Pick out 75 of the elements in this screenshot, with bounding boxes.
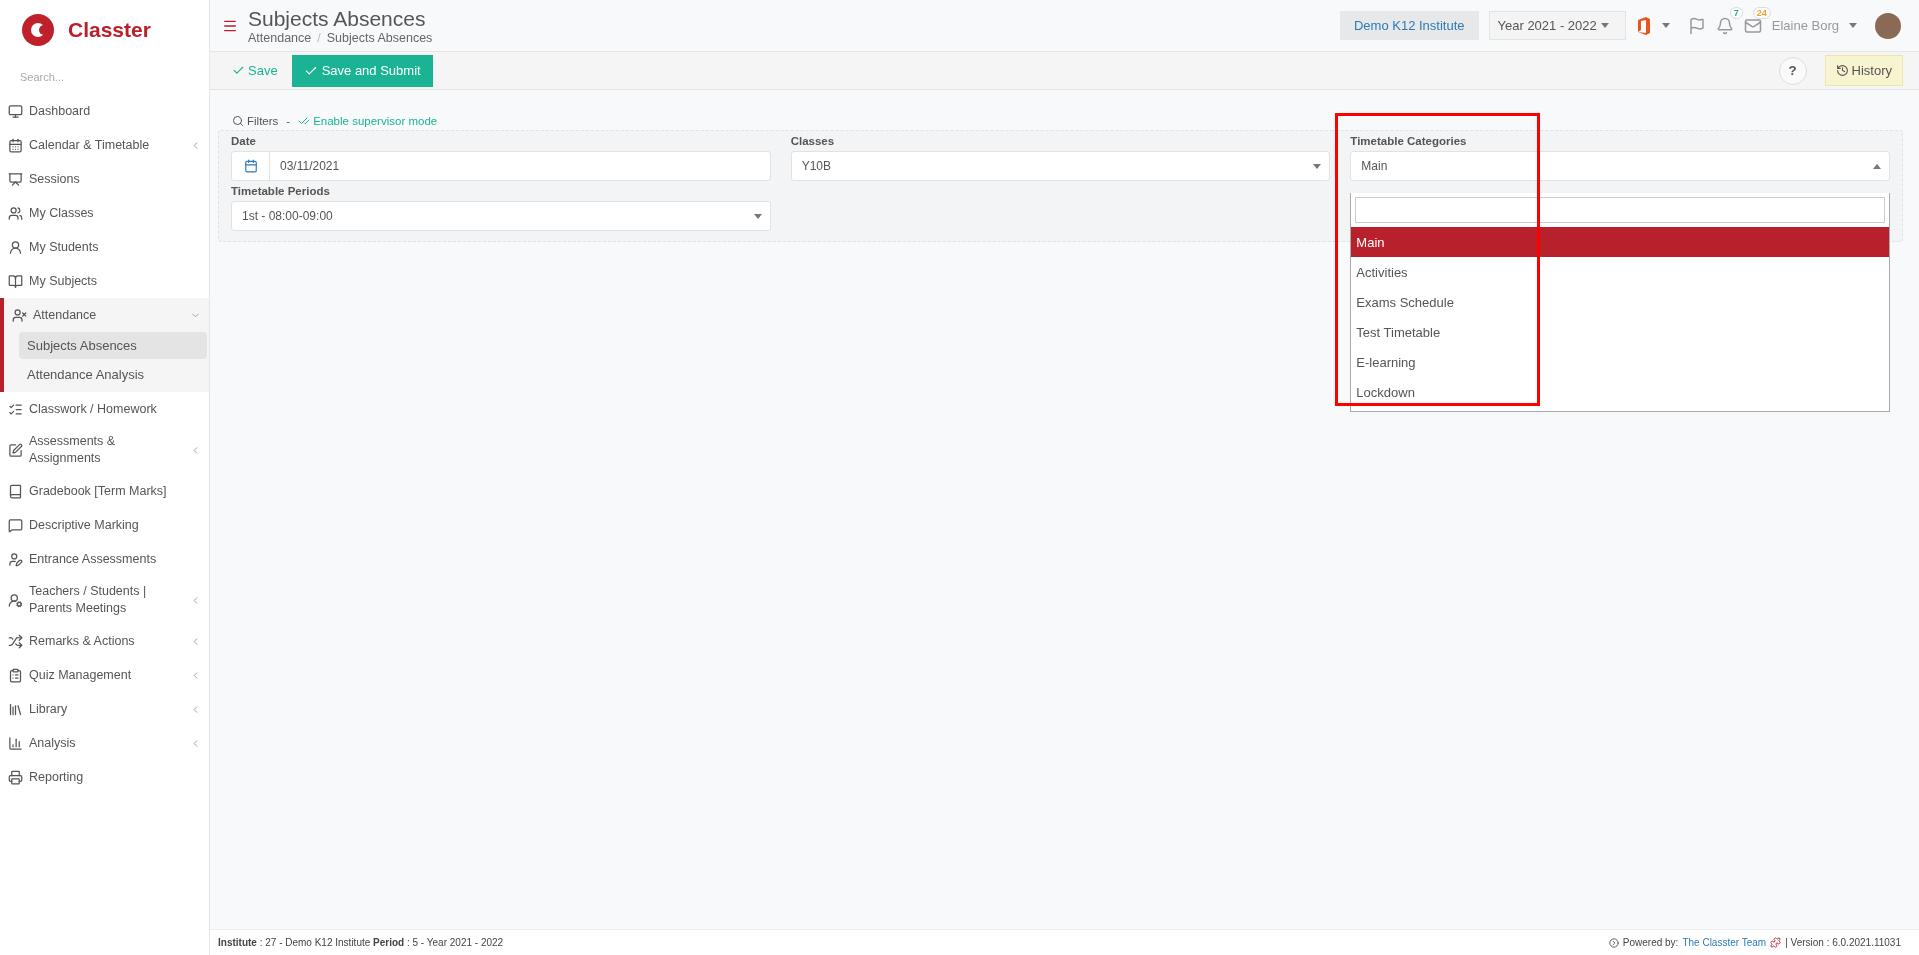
sidebar-item[interactable]: My Classes xyxy=(0,196,209,230)
breadcrumb-separator: / xyxy=(317,30,321,45)
page-title: Subjects Absences xyxy=(248,6,427,31)
avatar[interactable] xyxy=(1875,12,1901,39)
shuffle-icon xyxy=(8,633,23,649)
year-dropdown[interactable]: Year 2021 - 2022 xyxy=(1488,11,1626,40)
sidebar-item[interactable]: Analysis xyxy=(0,726,209,760)
sidebar-item[interactable]: My Students xyxy=(0,230,209,264)
monitor-icon xyxy=(8,103,23,119)
breadcrumb-link[interactable]: Subjects Absences xyxy=(326,30,433,45)
mail-icon[interactable] xyxy=(1743,16,1762,35)
submenu-item[interactable]: Attendance Analysis xyxy=(19,361,207,388)
institute-button[interactable]: Demo K12 Institute xyxy=(1339,11,1479,40)
dropdown-search-field[interactable] xyxy=(1355,197,1885,223)
history-button[interactable]: History xyxy=(1824,55,1903,86)
field-label: Timetable Periods xyxy=(231,185,331,197)
speech-bubble-icon xyxy=(8,517,23,533)
bar-chart-icon xyxy=(8,735,23,751)
powered-by-text: Powered by: xyxy=(1622,937,1679,948)
user-gear-icon xyxy=(8,592,23,608)
sidebar-item[interactable]: Entrance Assessments xyxy=(0,542,209,576)
field-label: Classes xyxy=(790,135,836,147)
sidebar-item[interactable]: Assessments & Assignments xyxy=(0,426,209,474)
bell-icon[interactable] xyxy=(1715,16,1734,35)
calendar-icon[interactable] xyxy=(243,159,258,173)
sidebar-item[interactable]: Sessions xyxy=(0,162,209,196)
submenu-item[interactable]: Subjects Absences xyxy=(19,332,207,359)
book-icon xyxy=(8,273,23,289)
field-label: Date xyxy=(231,135,257,147)
sidebar-item[interactable]: Classwork / Homework xyxy=(0,392,209,426)
user-pen-icon xyxy=(8,551,23,567)
user-icon xyxy=(8,239,23,255)
library-icon xyxy=(8,701,23,717)
message-count: 24 xyxy=(1752,6,1771,19)
sidebar-item[interactable]: Calendar & Timetable xyxy=(0,128,209,162)
users-icon xyxy=(8,205,23,221)
checklist-icon xyxy=(8,401,23,417)
clipboard-icon xyxy=(8,667,23,683)
sidebar-item[interactable]: My Subjects xyxy=(0,264,209,298)
sidebar-item[interactable]: Reporting xyxy=(0,760,209,794)
footer-info: Institute : 27 - Demo K12 Institute Period : 5 - Year 2021 - 2022 xyxy=(218,937,504,948)
sidebar-item[interactable]: Remarks & Actions xyxy=(0,624,209,658)
history-icon xyxy=(1835,64,1849,77)
sidebar-item[interactable]: Attendance xyxy=(0,298,209,332)
flag-icon[interactable] xyxy=(1687,16,1706,35)
help-button[interactable]: ? xyxy=(1778,56,1807,85)
categories-dropdown[interactable]: Main xyxy=(1350,151,1890,181)
notification-count: 7 xyxy=(1729,6,1743,19)
sidebar-item[interactable]: Quiz Management xyxy=(0,658,209,692)
pencil-square-icon xyxy=(8,442,23,458)
check-icon xyxy=(232,64,245,77)
sidebar-item[interactable]: Library xyxy=(0,692,209,726)
brand-name: Classter xyxy=(68,18,151,42)
filters-heading: Filters xyxy=(232,115,279,127)
team-link[interactable]: The Classter Team xyxy=(1682,937,1767,948)
printer-icon xyxy=(8,769,23,785)
office-icon[interactable] xyxy=(1635,15,1652,36)
periods-dropdown[interactable]: 1st - 08:00-09:00 xyxy=(231,201,771,231)
dropdown-option[interactable]: Main xyxy=(1351,227,1889,257)
version-text: | Version : 6.0.2021.11031 xyxy=(1785,937,1901,948)
breadcrumb-link[interactable]: Attendance xyxy=(248,30,312,45)
sidebar-item[interactable]: Gradebook [Term Marks] xyxy=(0,474,209,508)
presentation-icon xyxy=(8,171,23,187)
date-field[interactable]: 03/11/2021 xyxy=(231,151,771,181)
sidebar-item[interactable]: Teachers / Students | Parents Meetings xyxy=(0,576,209,624)
user-x-icon xyxy=(12,307,27,323)
field-label: Timetable Categories xyxy=(1350,135,1468,147)
sidebar-item[interactable]: Dashboard xyxy=(0,94,209,128)
separator-text: - xyxy=(286,115,291,127)
search-icon xyxy=(232,115,244,127)
sidebar-item[interactable]: Descriptive Marking xyxy=(0,508,209,542)
calendar-icon xyxy=(8,137,23,153)
book-icon xyxy=(8,483,23,499)
classes-dropdown[interactable]: Y10B xyxy=(790,151,1331,181)
double-check-icon xyxy=(298,115,311,127)
